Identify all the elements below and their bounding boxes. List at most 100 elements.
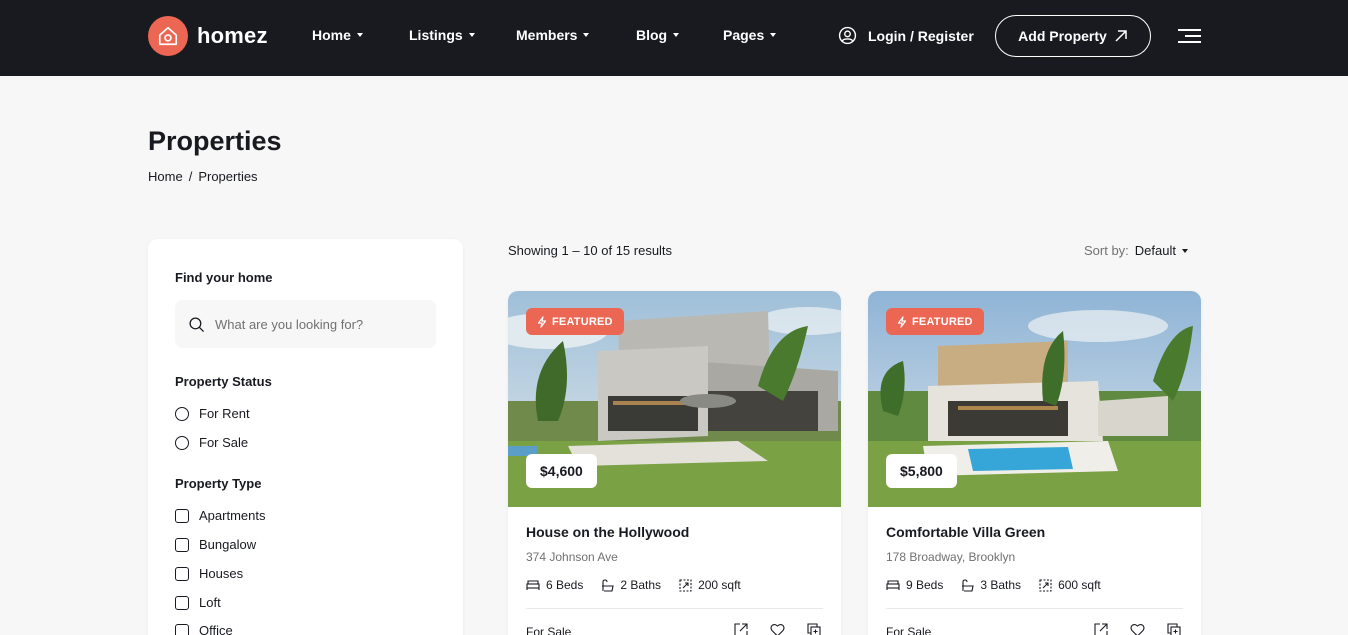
filter-sidebar: Find your home Property Status For Rent … [148,239,463,635]
nav-listings-label: Listings [409,27,463,43]
type-option-label: Bungalow [199,537,257,552]
featured-badge: FEATURED [886,308,984,335]
type-option-bungalow[interactable]: Bungalow [175,537,256,552]
listing-status: For Sale [886,625,932,635]
listing-address: 178 Broadway, Brooklyn [886,550,1016,564]
nav-pages[interactable]: Pages [723,27,777,43]
type-option-houses[interactable]: Houses [175,566,243,581]
compare-icon[interactable] [807,623,821,635]
baths-info: 3 Baths [961,578,1021,592]
nav-blog[interactable]: Blog [636,27,680,43]
type-option-label: Apartments [199,508,266,523]
status-option-label: For Sale [199,435,249,450]
beds-info: 9 Beds [886,578,943,592]
search-input[interactable] [215,316,425,332]
home-icon [148,16,188,56]
listing-actions [1072,623,1181,635]
baths-label: 2 Baths [620,578,662,592]
listing-card[interactable]: FEATURED $5,800 Comfortable Villa Green … [868,291,1201,635]
listing-image[interactable]: FEATURED $4,600 [508,291,841,507]
area-info: 200 sqft [679,578,741,592]
menu-icon[interactable] [1178,29,1201,43]
area-label: 200 sqft [698,578,741,592]
caret-down-icon [1182,248,1188,253]
area-label: 600 sqft [1058,578,1101,592]
checkbox[interactable] [175,508,189,523]
nav-members[interactable]: Members [516,27,590,43]
nav-pages-label: Pages [723,27,765,43]
nav-members-label: Members [516,27,578,43]
breadcrumb-home[interactable]: Home [148,169,183,184]
featured-label: FEATURED [912,315,973,328]
type-option-label: Houses [199,566,244,581]
bath-icon [602,578,615,592]
status-option-for-rent[interactable]: For Rent [175,406,250,421]
property-type-heading: Property Type [175,476,262,491]
login-label: Login / Register [868,27,974,44]
results-count: Showing 1 – 10 of 15 results [508,243,673,258]
property-status-heading: Property Status [175,374,272,389]
baths-label: 3 Baths [980,578,1022,592]
checkbox[interactable] [175,537,189,552]
listing-meta: 9 Beds 3 Baths 600 sqft [886,578,1119,592]
breadcrumb-separator: / [188,169,193,184]
listing-image[interactable]: FEATURED $5,800 [868,291,1201,507]
listing-price: $5,800 [886,454,957,488]
baths-info: 2 Baths [601,578,661,592]
listing-meta: 6 Beds 2 Baths 200 sqft [526,578,759,592]
listing-card[interactable]: FEATURED $4,600 House on the Hollywood 3… [508,291,841,635]
lightning-icon [537,315,547,328]
listing-actions [712,623,821,635]
caret-down-icon [583,33,590,37]
caret-down-icon [770,33,777,37]
add-property-label: Add Property [1018,28,1107,44]
area-info: 600 sqft [1039,578,1101,592]
type-option-label: Office [199,623,233,635]
expand-icon[interactable] [734,623,748,635]
bed-icon [886,580,900,590]
status-option-for-sale[interactable]: For Sale [175,435,248,450]
type-option-office[interactable]: Office [175,623,233,635]
arrow-up-right-icon [1115,30,1127,42]
listing-title[interactable]: Comfortable Villa Green [886,524,1045,540]
caret-down-icon [673,33,680,37]
sort-label: Sort by: [1084,243,1129,258]
beds-label: 6 Beds [546,578,584,592]
featured-badge: FEATURED [526,308,624,335]
type-option-label: Loft [199,595,221,610]
breadcrumb-current: Properties [198,169,258,184]
expand-icon[interactable] [1094,623,1108,635]
heart-icon[interactable] [1130,623,1145,635]
nav-listings[interactable]: Listings [409,27,475,43]
sort-dropdown[interactable]: Sort by: Default [1084,243,1188,258]
type-option-apartments[interactable]: Apartments [175,508,265,523]
checkbox[interactable] [175,595,189,610]
radio-button[interactable] [175,435,189,450]
divider [886,608,1183,609]
search-box[interactable] [175,300,436,348]
status-option-label: For Rent [199,406,250,421]
login-register-link[interactable]: Login / Register [838,26,974,45]
nav-home[interactable]: Home [312,27,363,43]
heart-icon[interactable] [770,623,785,635]
area-icon [1039,578,1052,592]
search-icon [189,316,205,332]
listing-status: For Sale [526,625,572,635]
page-title: Properties [148,126,282,156]
type-option-loft[interactable]: Loft [175,595,221,610]
find-home-heading: Find your home [175,270,273,285]
logo[interactable]: homez [148,16,268,56]
radio-button[interactable] [175,406,189,421]
listing-price: $4,600 [526,454,597,488]
divider [526,608,823,609]
compare-icon[interactable] [1167,623,1181,635]
add-property-button[interactable]: Add Property [995,15,1151,57]
sort-value: Default [1134,243,1176,258]
beds-label: 9 Beds [906,578,944,592]
checkbox[interactable] [175,623,189,635]
nav-blog-label: Blog [636,27,668,43]
checkbox[interactable] [175,566,189,581]
user-icon [838,26,857,45]
bath-icon [962,578,975,592]
listing-title[interactable]: House on the Hollywood [526,524,689,540]
